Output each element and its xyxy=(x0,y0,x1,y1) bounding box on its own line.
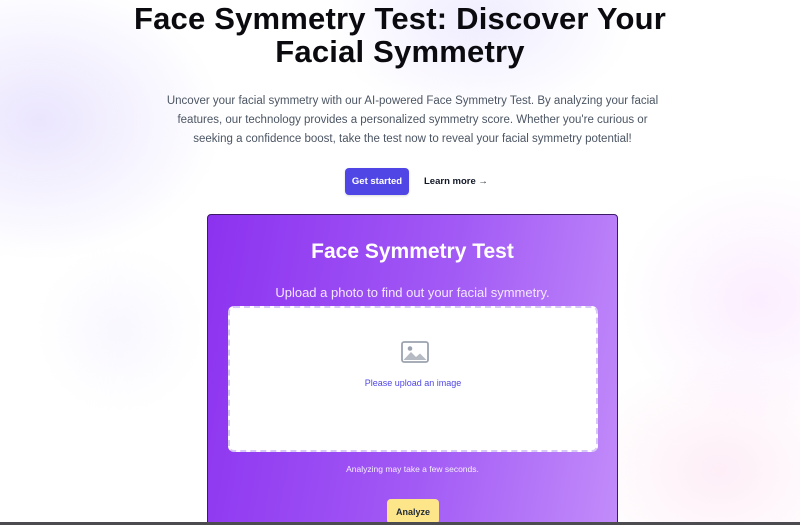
hero-description-line: seeking a confidence boost, take the tes… xyxy=(193,133,632,145)
page-title-line-2: Facial Symmetry xyxy=(275,34,525,69)
cta-row: Get started Learn more → xyxy=(345,168,488,195)
hero-description-line: features, our technology provides a pers… xyxy=(177,114,648,126)
page-title: Face Symmetry Test: Discover Your Facial… xyxy=(0,2,800,68)
learn-more-link[interactable]: Learn more → xyxy=(424,176,488,187)
image-upload-dropzone[interactable]: Please upload an image xyxy=(228,306,598,452)
hero-description: Uncover your facial symmetry with our AI… xyxy=(150,92,675,149)
tool-title: Face Symmetry Test xyxy=(311,240,514,263)
page-title-line-1: Face Symmetry Test: Discover Your xyxy=(133,1,667,36)
tool-subtitle: Upload a photo to find out your facial s… xyxy=(275,285,550,300)
get-started-button[interactable]: Get started xyxy=(345,168,409,195)
upload-prompt[interactable]: Please upload an image xyxy=(230,378,596,388)
image-icon xyxy=(401,341,429,363)
hero-description-line: Uncover your facial symmetry with our AI… xyxy=(166,95,659,107)
analyze-button[interactable]: Analyze xyxy=(387,499,439,524)
face-symmetry-tool-card: Face Symmetry Test Upload a photo to fin… xyxy=(207,214,618,525)
analysis-note: Analyzing may take a few seconds. xyxy=(346,464,479,474)
